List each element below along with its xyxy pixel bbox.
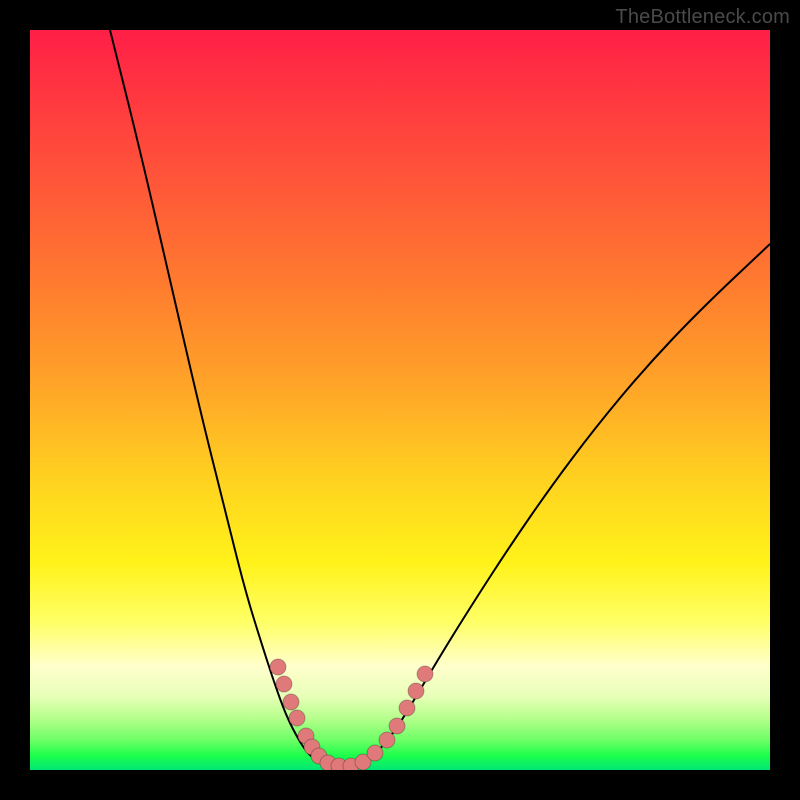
curve-marker: [276, 676, 292, 692]
curve-marker: [408, 683, 424, 699]
watermark-text: TheBottleneck.com: [615, 6, 790, 29]
curve-marker: [270, 659, 286, 675]
curve-marker: [399, 700, 415, 716]
curve-marker: [389, 718, 405, 734]
curve-marker: [367, 745, 383, 761]
curve-marker: [320, 755, 336, 770]
curve-marker: [417, 666, 433, 682]
curve-marker: [289, 710, 305, 726]
plot-area: [30, 30, 770, 770]
curve-marker: [298, 728, 314, 744]
marker-group: [270, 659, 433, 770]
curve-marker: [379, 732, 395, 748]
curve-marker: [331, 758, 347, 770]
curve-marker: [304, 739, 320, 755]
curve-marker: [311, 748, 327, 764]
bottleneck-curve: [110, 30, 770, 766]
chart-stage: TheBottleneck.com: [0, 0, 800, 800]
curve-marker: [343, 758, 359, 770]
curve-marker: [283, 694, 299, 710]
curve-marker: [355, 754, 371, 770]
chart-overlay: [30, 30, 770, 770]
